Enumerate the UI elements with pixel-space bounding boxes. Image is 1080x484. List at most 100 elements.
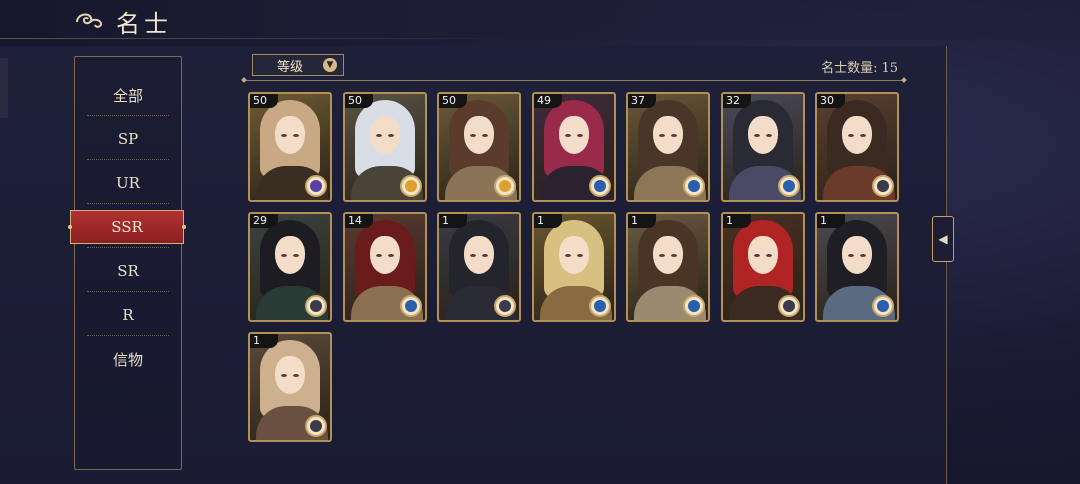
character-card[interactable]: 37 [626,92,710,202]
portrait-face [559,236,589,274]
portrait-eye [766,134,772,137]
portrait-eye [860,134,866,137]
level-badge: 30 [817,94,845,108]
character-card[interactable]: 1 [532,212,616,322]
character-card[interactable]: 29 [248,212,332,322]
character-card[interactable]: 14 [343,212,427,322]
faction-emblem-icon [589,295,611,317]
portrait-eye [565,254,571,257]
sidebar-divider [87,247,169,248]
faction-emblem-icon [589,175,611,197]
sidebar-item-token[interactable]: 信物 [75,337,181,381]
level-badge: 32 [723,94,751,108]
sidebar-item-ssr[interactable]: SSR [68,210,186,244]
portrait-face [275,116,305,154]
level-badge: 1 [628,214,656,228]
portrait-eye [754,254,760,257]
portrait-eye [754,134,760,137]
portrait-eye [671,134,677,137]
character-card[interactable]: 30 [815,92,899,202]
character-count: 名士数量: 15 [817,57,898,76]
faction-emblem-icon [305,175,327,197]
character-card[interactable]: 1 [437,212,521,322]
sidebar-item-ur[interactable]: UR [75,161,181,205]
level-badge: 50 [250,94,278,108]
sort-dropdown[interactable]: 等级 ▼ [252,54,344,76]
faction-emblem-core [499,300,511,312]
sidebar-item-sp[interactable]: SP [75,117,181,161]
sidebar-item-sr[interactable]: SR [75,249,181,293]
portrait-eye [848,134,854,137]
level-badge: 1 [439,214,467,228]
portrait-eye [470,254,476,257]
character-card[interactable]: 1 [626,212,710,322]
character-card[interactable]: 32 [721,92,805,202]
portrait-eye [388,134,394,137]
level-badge: 1 [534,214,562,228]
header-rule [244,80,904,81]
sidebar-divider [87,115,169,116]
cloud-emblem-icon [76,13,103,28]
portrait-eye [482,254,488,257]
character-card[interactable]: 50 [437,92,521,202]
faction-emblem-core [594,300,606,312]
faction-emblem-icon [305,415,327,437]
faction-emblem-icon [778,295,800,317]
portrait-eye [293,374,299,377]
faction-emblem-icon [872,295,894,317]
portrait-face [464,236,494,274]
level-badge: 14 [345,214,373,228]
category-sidebar: 全部 SP UR SR R 信物 [74,56,182,470]
character-card[interactable]: 50 [343,92,427,202]
character-card[interactable]: 1 [248,332,332,442]
portrait-eye [659,134,665,137]
portrait-face [653,236,683,274]
portrait-face [275,236,305,274]
character-card[interactable]: 1 [721,212,805,322]
page-title: 名士 [116,10,172,38]
portrait-eye [577,134,583,137]
portrait-eye [671,254,677,257]
portrait-eye [482,134,488,137]
faction-emblem-icon [872,175,894,197]
portrait-face [653,116,683,154]
sidebar-divider [87,159,169,160]
faction-emblem-core [594,180,606,192]
character-card[interactable]: 49 [532,92,616,202]
portrait-eye [281,134,287,137]
portrait-face [370,236,400,274]
faction-emblem-icon [683,175,705,197]
portrait-face [559,116,589,154]
faction-emblem-icon [400,295,422,317]
faction-emblem-core [783,180,795,192]
faction-emblem-core [405,180,417,192]
count-value: 15 [881,61,898,76]
level-badge: 1 [723,214,751,228]
portrait-eye [565,134,571,137]
level-badge: 29 [250,214,278,228]
faction-emblem-core [310,180,322,192]
portrait-eye [470,134,476,137]
arrow-left-icon[interactable]: ◀ [932,216,954,262]
header-divider [0,38,520,39]
sidebar-item-r[interactable]: R [75,293,181,337]
portrait-face [842,236,872,274]
sidebar-divider [87,203,169,204]
portrait-face [370,116,400,154]
portrait-face [748,116,778,154]
left-edge-tab [0,58,8,118]
faction-emblem-core [310,420,322,432]
faction-emblem-core [499,180,511,192]
character-card[interactable]: 50 [248,92,332,202]
faction-emblem-icon [305,295,327,317]
faction-emblem-core [405,300,417,312]
sidebar-item-all[interactable]: 全部 [75,73,181,117]
faction-emblem-icon [400,175,422,197]
level-badge: 50 [439,94,467,108]
chevron-down-icon: ▼ [323,58,337,72]
portrait-face [842,116,872,154]
faction-emblem-core [310,300,322,312]
character-card[interactable]: 1 [815,212,899,322]
level-badge: 1 [250,334,278,348]
level-badge: 49 [534,94,562,108]
